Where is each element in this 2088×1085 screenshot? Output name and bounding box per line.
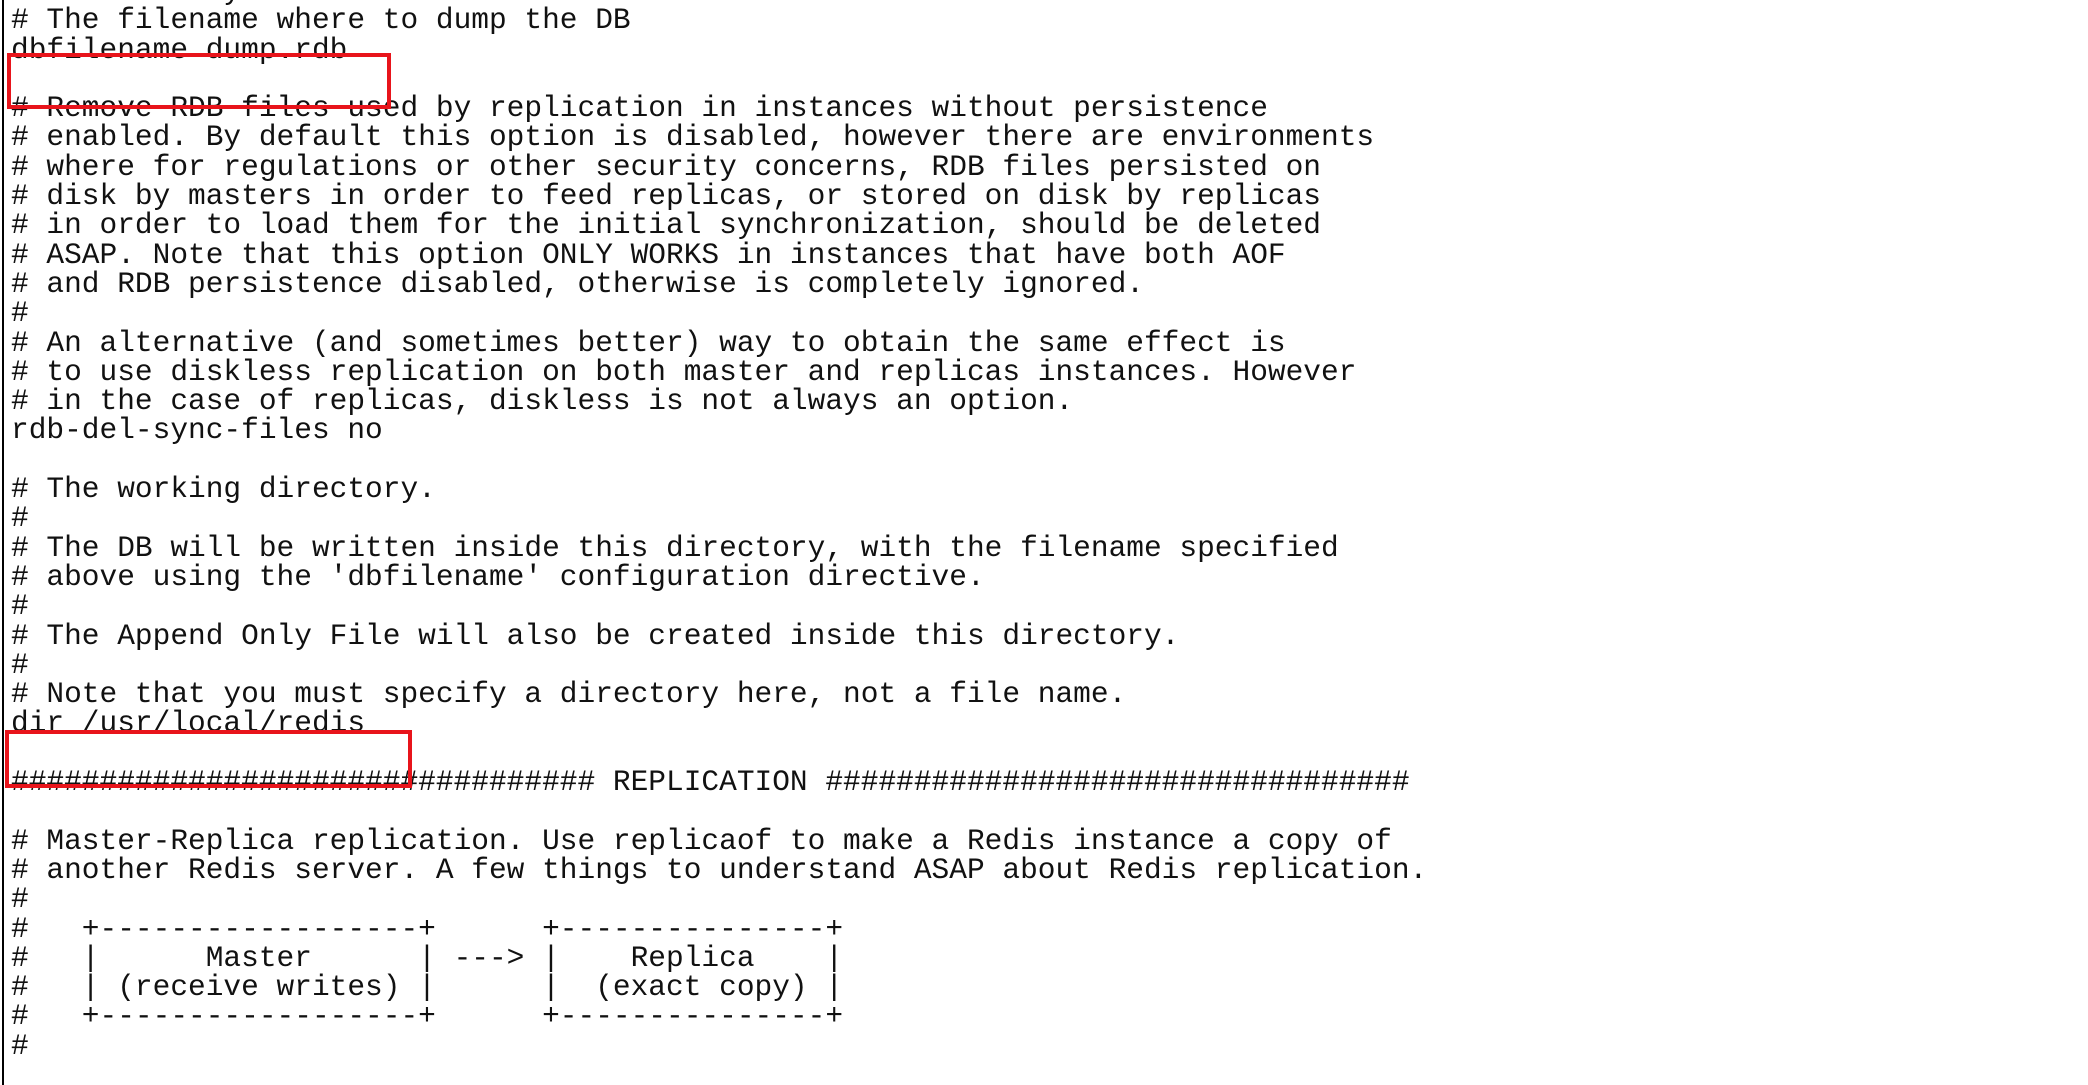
code-line: # disk by masters in order to feed repli… bbox=[11, 179, 1322, 214]
code-line: # Remove RDB files used by replication i… bbox=[11, 91, 1268, 126]
code-line: # Master-Replica replication. Use replic… bbox=[11, 823, 1392, 858]
code-line: # The Append Only File will also be crea… bbox=[11, 618, 1180, 653]
code-line: # An alternative (and sometimes better) … bbox=[11, 325, 1286, 360]
config-file-content[interactable]: rdbchecksum yes# The filename where to d… bbox=[11, 0, 1427, 1061]
code-line: # The DB will be written inside this dir… bbox=[11, 530, 1339, 565]
code-line: rdb-del-sync-files no bbox=[11, 413, 383, 448]
code-line: # The working directory. bbox=[11, 472, 436, 507]
code-line: dir /usr/local/redis bbox=[11, 706, 366, 741]
code-line: ################################# REPLIC… bbox=[11, 765, 1410, 800]
code-line: # where for regulations or other securit… bbox=[11, 149, 1322, 184]
code-line: # bbox=[11, 589, 29, 624]
code-line: # | Master | ---> | Replica | bbox=[11, 940, 844, 975]
code-line: # The filename where to dump the DB bbox=[11, 3, 631, 38]
code-line: # to use diskless replication on both ma… bbox=[11, 354, 1357, 389]
code-line: # Note that you must specify a directory… bbox=[11, 677, 1127, 712]
code-line: # bbox=[11, 296, 29, 331]
code-line: # and RDB persistence disabled, otherwis… bbox=[11, 266, 1144, 301]
code-line: # +------------------+ +---------------+ bbox=[11, 911, 844, 946]
code-line: # bbox=[11, 647, 29, 682]
code-line: # bbox=[11, 882, 29, 917]
code-line: dbfilename dump.rdb bbox=[11, 32, 348, 67]
code-line: # ASAP. Note that this option ONLY WORKS… bbox=[11, 237, 1286, 272]
text-editor[interactable]: rdbchecksum yes# The filename where to d… bbox=[0, 0, 2088, 1085]
code-line: # enabled. By default this option is dis… bbox=[11, 120, 1375, 155]
code-line: # bbox=[11, 501, 29, 536]
editor-left-border bbox=[2, 0, 4, 1085]
code-line: # in order to load them for the initial … bbox=[11, 208, 1322, 243]
code-line: # another Redis server. A few things to … bbox=[11, 852, 1428, 887]
code-line: # bbox=[11, 1028, 29, 1063]
code-line: # | (receive writes) | | (exact copy) | bbox=[11, 970, 844, 1005]
code-line: # in the case of replicas, diskless is n… bbox=[11, 384, 1074, 419]
code-line: # +------------------+ +---------------+ bbox=[11, 999, 844, 1034]
code-line: # above using the 'dbfilename' configura… bbox=[11, 559, 985, 594]
